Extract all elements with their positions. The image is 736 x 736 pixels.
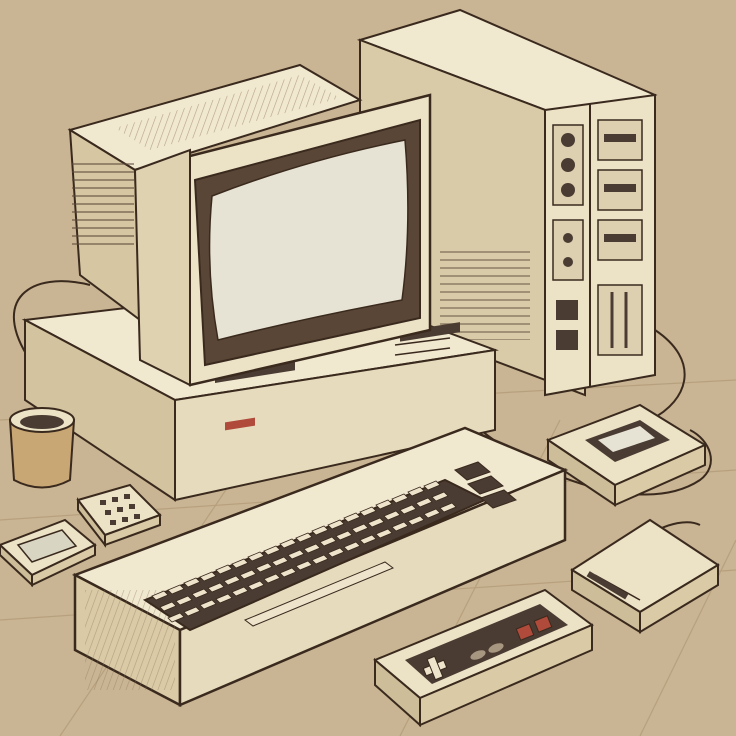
tower-knob-2	[561, 158, 575, 172]
tower-slot-2	[556, 330, 578, 350]
monitor-vent-lines	[72, 160, 134, 250]
tower-knob-1	[561, 133, 575, 147]
pencil-cup	[8, 407, 76, 489]
tower-knob-3	[561, 183, 575, 197]
tower-slot-1	[556, 300, 578, 320]
retro-computer-illustration	[0, 0, 736, 736]
